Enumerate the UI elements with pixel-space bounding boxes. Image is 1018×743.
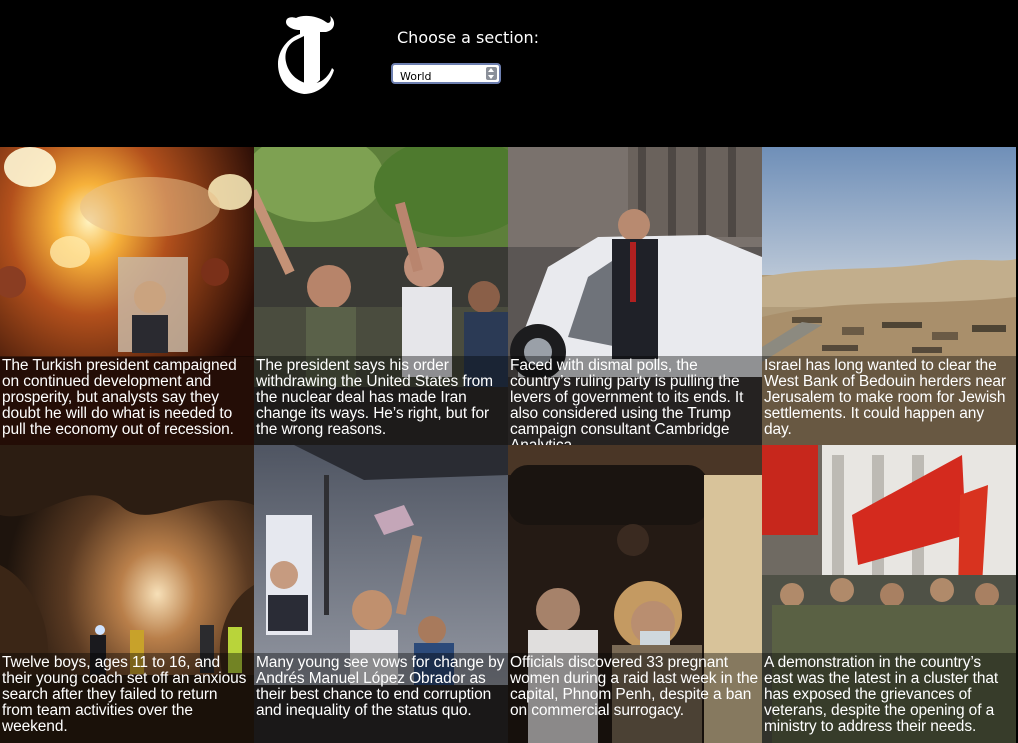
article-tile[interactable]: The Turkish president campaigned on cont… <box>0 147 254 445</box>
article-tile[interactable]: Israel has long wanted to clear the West… <box>762 147 1016 445</box>
article-tile[interactable]: Faced with dismal polls, the country’s r… <box>508 147 762 445</box>
header: Choose a section: World <box>0 0 1018 148</box>
article-tile[interactable]: The president says his order withdrawing… <box>254 147 508 445</box>
article-abstract: Faced with dismal polls, the country’s r… <box>508 356 762 445</box>
article-abstract: Officials discovered 33 pregnant women d… <box>508 653 762 743</box>
article-grid: The Turkish president campaigned on cont… <box>0 147 1016 743</box>
article-abstract: Israel has long wanted to clear the West… <box>762 356 1016 445</box>
article-abstract: A demonstration in the country’s east wa… <box>762 653 1016 743</box>
article-abstract: Many young see vows for change by Andrés… <box>254 653 508 743</box>
section-select[interactable]: World <box>393 68 499 85</box>
section-select-wrapper[interactable]: World <box>391 63 501 85</box>
choose-section-label: Choose a section: <box>397 28 540 47</box>
article-tile[interactable]: Twelve boys, ages 11 to 16, and their yo… <box>0 445 254 743</box>
article-tile[interactable]: Officials discovered 33 pregnant women d… <box>508 445 762 743</box>
article-abstract: The president says his order withdrawing… <box>254 356 508 445</box>
nyt-t-logo-icon[interactable] <box>274 12 338 96</box>
article-tile[interactable]: Many young see vows for change by Andrés… <box>254 445 508 743</box>
article-abstract: Twelve boys, ages 11 to 16, and their yo… <box>0 653 254 743</box>
article-tile[interactable]: A demonstration in the country’s east wa… <box>762 445 1016 743</box>
article-abstract: The Turkish president campaigned on cont… <box>0 356 254 445</box>
